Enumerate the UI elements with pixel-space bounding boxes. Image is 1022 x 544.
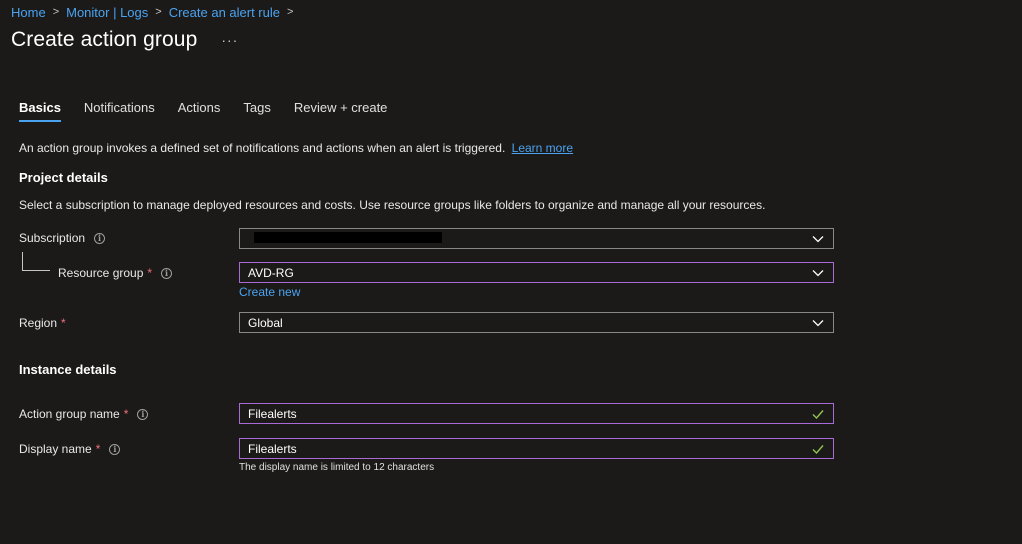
resource-group-label-text: Resource group — [58, 266, 144, 280]
display-name-input[interactable]: Filealerts — [239, 438, 834, 459]
tab-actions[interactable]: Actions — [178, 100, 221, 122]
info-icon[interactable]: i — [161, 267, 173, 279]
tab-review-create[interactable]: Review + create — [294, 100, 388, 122]
region-value: Global — [248, 315, 283, 330]
breadcrumb-create-alert-rule[interactable]: Create an alert rule — [169, 5, 280, 20]
tree-connector-line — [22, 252, 50, 271]
required-asterisk: * — [95, 442, 101, 456]
create-new-resource-group-link[interactable]: Create new — [239, 285, 300, 299]
chevron-down-icon — [812, 269, 824, 276]
page: Home > Monitor | Logs > Create an alert … — [0, 0, 1022, 544]
checkmark-icon — [812, 409, 824, 419]
region-label-text: Region — [19, 316, 58, 330]
required-asterisk: * — [123, 407, 129, 421]
action-group-name-label-text: Action group name — [19, 407, 120, 421]
instance-details-heading: Instance details — [19, 362, 117, 377]
display-name-hint: The display name is limited to 12 charac… — [239, 462, 435, 473]
subscription-label: Subscription i — [19, 228, 106, 248]
display-name-value: Filealerts — [248, 441, 297, 456]
display-name-label-text: Display name — [19, 442, 92, 456]
learn-more-link[interactable]: Learn more — [512, 141, 573, 155]
title-row: Create action group ··· — [11, 28, 242, 52]
info-icon[interactable]: i — [137, 408, 149, 420]
action-group-name-value: Filealerts — [248, 406, 297, 421]
breadcrumb-separator: > — [52, 6, 60, 18]
checkmark-icon — [812, 444, 824, 454]
project-details-heading: Project details — [19, 170, 108, 185]
tab-tags[interactable]: Tags — [243, 100, 270, 122]
redacted-subscription-name — [254, 231, 442, 243]
tab-bar: Basics Notifications Actions Tags Review… — [19, 100, 410, 122]
info-icon[interactable]: i — [109, 443, 121, 455]
required-asterisk: * — [61, 316, 66, 330]
resource-group-label: Resource group * i — [58, 263, 173, 283]
chevron-down-icon — [812, 235, 824, 242]
page-title: Create action group — [11, 28, 198, 51]
action-group-name-label: Action group name * i — [19, 404, 149, 424]
region-dropdown[interactable]: Global — [239, 312, 834, 333]
breadcrumb: Home > Monitor | Logs > Create an alert … — [11, 3, 300, 21]
tab-notifications[interactable]: Notifications — [84, 100, 155, 122]
project-details-description: Select a subscription to manage deployed… — [19, 198, 766, 212]
intro-description: An action group invokes a defined set of… — [19, 141, 506, 155]
subscription-label-text: Subscription — [19, 231, 86, 245]
tab-basics[interactable]: Basics — [19, 100, 61, 122]
breadcrumb-separator: > — [155, 6, 162, 18]
info-icon[interactable]: i — [94, 232, 106, 244]
resource-group-value: AVD-RG — [248, 265, 294, 280]
breadcrumb-monitor-logs[interactable]: Monitor | Logs — [66, 5, 148, 20]
subscription-dropdown[interactable] — [239, 228, 834, 249]
resource-group-dropdown[interactable]: AVD-RG — [239, 262, 834, 283]
intro-text: An action group invokes a defined set of… — [19, 141, 573, 155]
required-asterisk: * — [147, 266, 153, 280]
more-options-button[interactable]: ··· — [217, 32, 242, 48]
chevron-down-icon — [812, 319, 824, 326]
breadcrumb-separator: > — [286, 6, 294, 18]
display-name-label: Display name * i — [19, 439, 121, 459]
subscription-value — [248, 231, 811, 246]
region-label: Region * — [19, 313, 66, 333]
breadcrumb-home[interactable]: Home — [11, 5, 46, 20]
action-group-name-input[interactable]: Filealerts — [239, 403, 834, 424]
